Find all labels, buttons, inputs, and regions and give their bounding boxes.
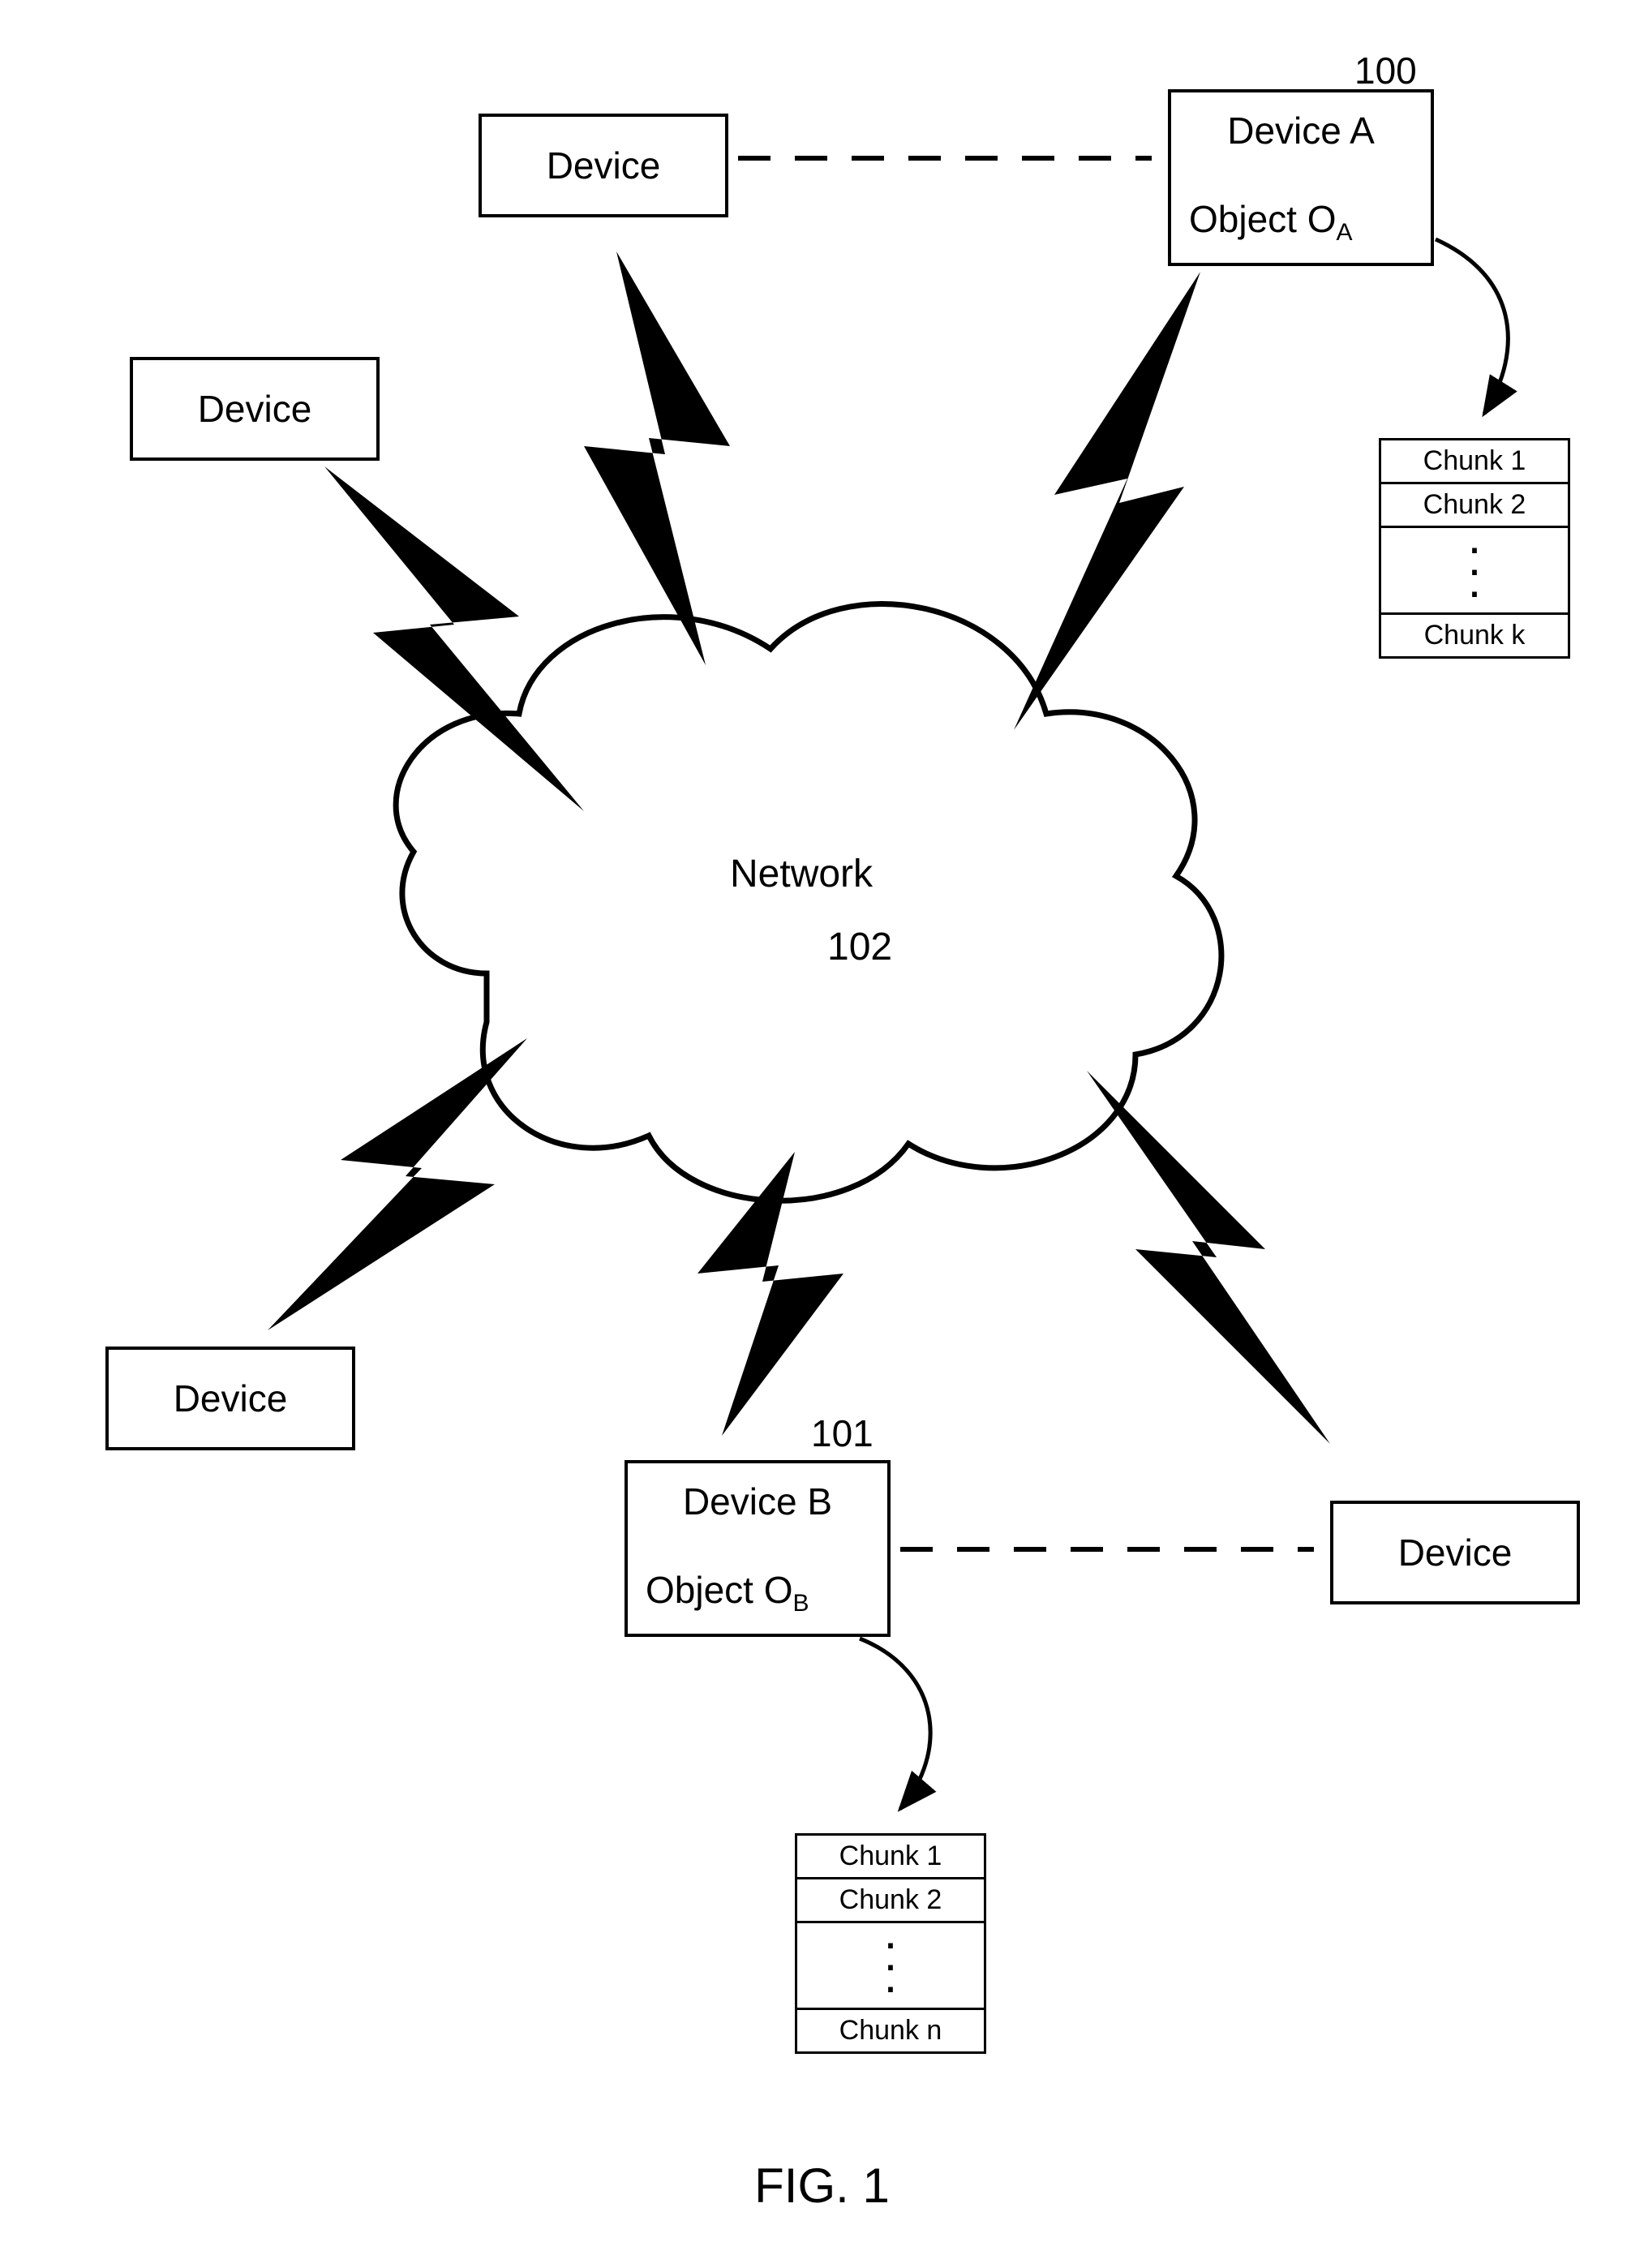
device-a-object-sub: A [1337, 219, 1353, 246]
device-b-title: Device B [628, 1480, 887, 1523]
device-label: Device [198, 387, 312, 431]
device-b-ref: 101 [811, 1411, 874, 1455]
device-top: Device [479, 114, 728, 217]
device-a: Device A Object OA [1168, 89, 1434, 266]
connection-bolts [268, 251, 1330, 1444]
chunk-row: Chunk n [797, 2010, 984, 2051]
figure-label: FIG. 1 [0, 2158, 1644, 2214]
chunk-row: Chunk k [1381, 615, 1568, 656]
network-cloud [396, 604, 1221, 1201]
chunk-row: Chunk 1 [1381, 440, 1568, 484]
device-a-object-prefix: Object O [1189, 198, 1337, 240]
diagram-stage: Network 102 Device 100 Device A Object O… [0, 0, 1644, 2268]
device-label: Device [1398, 1531, 1513, 1574]
device-bottom-right: Device [1330, 1501, 1580, 1604]
device-label: Device [174, 1377, 288, 1420]
device-b-object-prefix: Object O [646, 1569, 793, 1611]
network-ref: 102 [827, 925, 892, 969]
chunk-gap: ··· [797, 1923, 984, 2010]
device-b-object-sub: B [793, 1590, 809, 1617]
chunk-gap: ··· [1381, 528, 1568, 615]
device-a-ref: 100 [1354, 49, 1417, 92]
network-label: Network [730, 852, 873, 896]
chunk-table-b: Chunk 1 Chunk 2 ··· Chunk n [795, 1833, 986, 2054]
device-a-title: Device A [1171, 109, 1431, 152]
device-label: Device [547, 144, 661, 187]
device-b: Device B Object OB [625, 1460, 891, 1637]
chunk-row: Chunk 1 [797, 1836, 984, 1879]
device-top-left: Device [130, 357, 380, 461]
device-bottom-left: Device [105, 1347, 355, 1450]
chunk-table-a: Chunk 1 Chunk 2 ··· Chunk k [1379, 438, 1570, 659]
device-b-object: Object OB [646, 1568, 809, 1617]
device-a-object: Object OA [1189, 197, 1353, 247]
